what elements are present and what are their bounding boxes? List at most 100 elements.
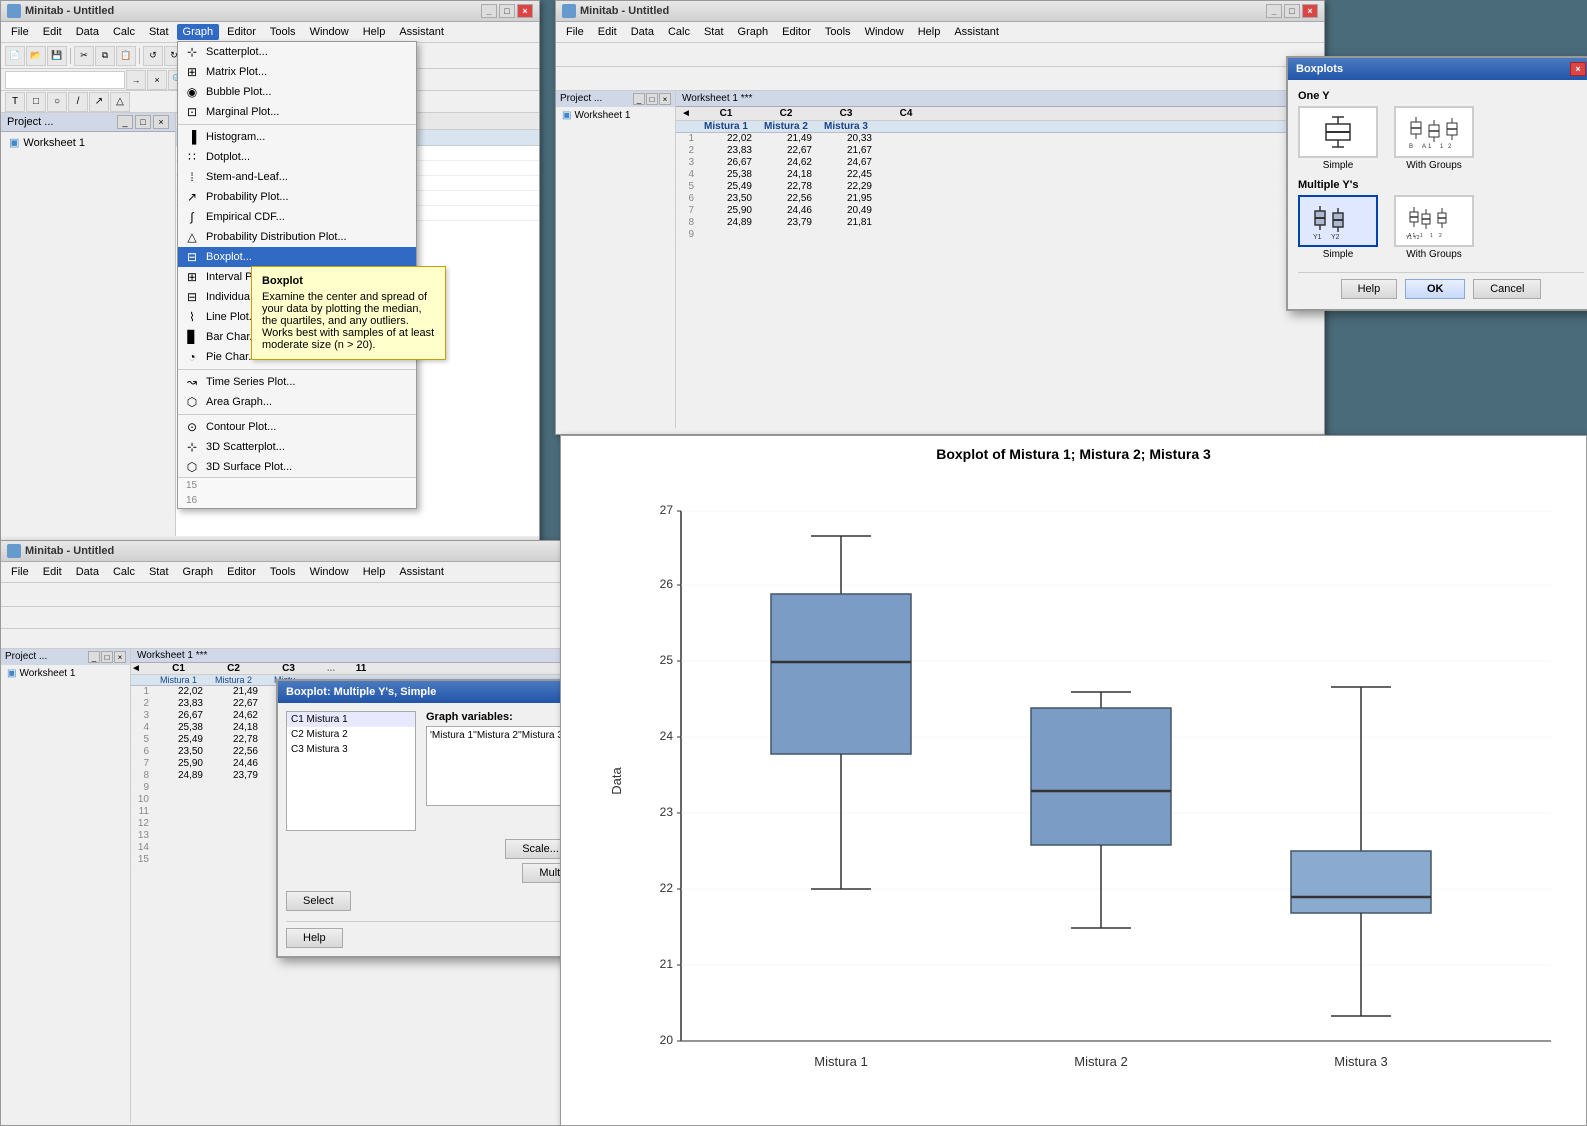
menu-assistant[interactable]: Assistant [393,24,450,40]
menu-contour[interactable]: ⊙Contour Plot... [178,417,416,437]
menu-graph-3[interactable]: Graph [177,564,220,580]
menu-calc-2[interactable]: Calc [662,24,696,40]
min-btn-2[interactable]: _ [1266,4,1282,18]
tb-rect[interactable]: □ [26,92,46,112]
tb-circle[interactable]: ○ [47,92,67,112]
menu-file-3[interactable]: File [5,564,35,580]
boxplots-cancel-btn[interactable]: Cancel [1473,279,1541,299]
proj-max-tr[interactable]: □ [646,93,658,105]
variable-list[interactable]: C1 Mistura 1 C2 Mistura 2 C3 Mistura 3 [286,711,416,831]
menu-window[interactable]: Window [304,24,355,40]
tb-arrow[interactable]: → [126,70,146,90]
menu-histogram[interactable]: ▐Histogram... [178,127,416,147]
menu-probdistplot[interactable]: △Probability Distribution Plot... [178,227,416,247]
menu-data-3[interactable]: Data [70,564,105,580]
menu-stat-3[interactable]: Stat [143,564,175,580]
panel-max[interactable]: □ [135,115,151,129]
menu-window-2[interactable]: Window [859,24,910,40]
tb-cut[interactable]: ✂ [74,46,94,66]
maximize-btn[interactable]: □ [499,4,515,18]
list-item[interactable]: C2 Mistura 2 [287,727,415,742]
panel-controls[interactable]: _ □ × [117,115,169,129]
close-btn-2[interactable]: × [1302,4,1318,18]
worksheet-selector[interactable] [5,71,125,89]
menu-editor-3[interactable]: Editor [221,564,262,580]
proj-min-tr[interactable]: _ [633,93,645,105]
menu-tools[interactable]: Tools [264,24,302,40]
menu-edit[interactable]: Edit [37,24,68,40]
menu-tools-2[interactable]: Tools [819,24,857,40]
menu-editor-2[interactable]: Editor [776,24,817,40]
menu-data[interactable]: Data [70,24,105,40]
menu-stat-2[interactable]: Stat [698,24,730,40]
proj-max-bl[interactable]: □ [101,651,113,663]
menu-boxplot[interactable]: ⊟Boxplot... [178,247,416,267]
menu-3dscatter[interactable]: ⊹3D Scatterplot... [178,437,416,457]
menu-stat[interactable]: Stat [143,24,175,40]
close-btn[interactable]: × [517,4,533,18]
menu-assistant-2[interactable]: Assistant [948,24,1005,40]
ws-item-tr[interactable]: ▣ Worksheet 1 [556,107,675,124]
menu-3dsurface[interactable]: ⬡3D Surface Plot... [178,457,416,477]
proj-min-bl[interactable]: _ [88,651,100,663]
menu-scatterplot[interactable]: ⊹Scatterplot... [178,42,416,62]
menu-file[interactable]: File [5,24,35,40]
multi-withgroups-option[interactable]: A 1 1 1 2 Y1 Y2 [1394,195,1474,247]
tb-new[interactable]: 📄 [5,46,25,66]
menu-file-2[interactable]: File [560,24,590,40]
menu-calc[interactable]: Calc [107,24,141,40]
menu-tools-3[interactable]: Tools [264,564,302,580]
menu-window-3[interactable]: Window [304,564,355,580]
tb-paste[interactable]: 📋 [116,46,136,66]
proj-controls-bl[interactable]: _ □ × [88,651,126,663]
minimize-btn[interactable]: _ [481,4,497,18]
tb-open[interactable]: 📂 [26,46,46,66]
tb-line[interactable]: / [68,92,88,112]
menu-graph-2[interactable]: Graph [732,24,775,40]
simple-option[interactable] [1298,106,1378,158]
menu-edit-2[interactable]: Edit [592,24,623,40]
menu-data-2[interactable]: Data [625,24,660,40]
menu-dotplot[interactable]: ∷Dotplot... [178,147,416,167]
menu-editor[interactable]: Editor [221,24,262,40]
proj-controls-tr[interactable]: _ □ × [633,93,671,105]
proj-close-tr[interactable]: × [659,93,671,105]
withgroups-option[interactable]: B A 1 1 2 [1394,106,1474,158]
menu-timeseries[interactable]: ↝Time Series Plot... [178,372,416,392]
menu-assistant-3[interactable]: Assistant [393,564,450,580]
multi-simple-option[interactable]: Y1 Y2 [1298,195,1378,247]
max-btn-2[interactable]: □ [1284,4,1300,18]
menu-calc-3[interactable]: Calc [107,564,141,580]
proj-close-bl[interactable]: × [114,651,126,663]
window-controls-2[interactable]: _ □ × [1266,4,1318,18]
list-item[interactable]: C3 Mistura 3 [287,742,415,757]
menu-graph[interactable]: Graph [177,24,220,40]
menu-ecdf[interactable]: ∫Empirical CDF... [178,207,416,227]
tb-undo[interactable]: ↺ [143,46,163,66]
list-item[interactable]: C1 Mistura 1 [287,712,415,727]
tb-arrow2[interactable]: ↗ [89,92,109,112]
menu-matrixplot[interactable]: ⊞Matrix Plot... [178,62,416,82]
boxplots-ok-btn[interactable]: OK [1405,279,1465,299]
menu-areagraph[interactable]: ⬡Area Graph... [178,392,416,412]
menu-marginalplot[interactable]: ⊡Marginal Plot... [178,102,416,122]
menu-help-3[interactable]: Help [357,564,392,580]
menu-stemleaf[interactable]: ⁞Stem-and-Leaf... [178,167,416,187]
menu-help[interactable]: Help [357,24,392,40]
worksheet-item[interactable]: ▣ Worksheet 1 [1,132,175,153]
panel-min[interactable]: _ [117,115,133,129]
tb-close-ws[interactable]: × [147,70,167,90]
tb-save[interactable]: 💾 [47,46,67,66]
menu-bubbleplot[interactable]: ◉Bubble Plot... [178,82,416,102]
tb-poly[interactable]: △ [110,92,130,112]
menu-edit-3[interactable]: Edit [37,564,68,580]
multi-help-btn[interactable]: Help [286,928,343,948]
tb-copy[interactable]: ⧉ [95,46,115,66]
boxplots-help-btn[interactable]: Help [1341,279,1398,299]
select-btn[interactable]: Select [286,891,351,911]
menu-probplot[interactable]: ↗Probability Plot... [178,187,416,207]
boxplots-close[interactable]: × [1570,62,1586,76]
menu-help-2[interactable]: Help [912,24,947,40]
panel-close[interactable]: × [153,115,169,129]
window-controls[interactable]: _ □ × [481,4,533,18]
